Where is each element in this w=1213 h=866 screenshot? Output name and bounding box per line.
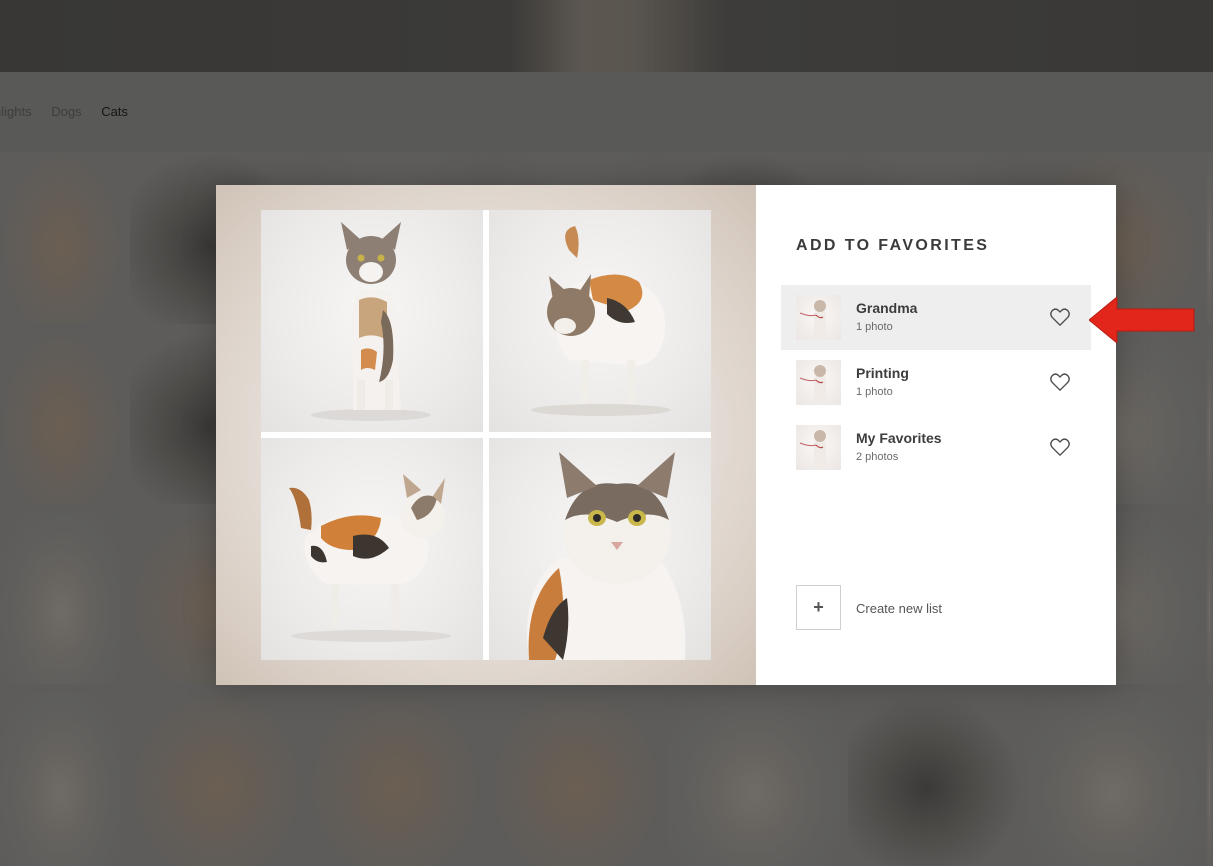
list-thumbnail xyxy=(796,295,841,340)
favorite-list-item-grandma[interactable]: Grandma 1 photo xyxy=(781,285,1091,350)
heart-outline-icon[interactable] xyxy=(1049,307,1071,327)
modal-title: ADD TO FAVORITES xyxy=(796,237,990,254)
add-to-favorites-modal: ADD TO FAVORITES Grandma 1 photo Printin… xyxy=(216,185,1116,685)
gallery-photo[interactable] xyxy=(667,692,841,866)
collage-photo-standing-cat xyxy=(489,210,711,432)
photo-preview xyxy=(216,185,756,685)
list-photo-count: 1 photo xyxy=(856,321,893,333)
category-tabs: nlights Dogs Cats xyxy=(0,104,144,119)
category-nav xyxy=(0,72,1213,152)
list-name: Printing xyxy=(856,365,909,381)
heart-outline-icon[interactable] xyxy=(1049,437,1071,457)
list-thumbnail xyxy=(796,360,841,405)
favorites-panel: ADD TO FAVORITES Grandma 1 photo Printin… xyxy=(756,185,1116,685)
gallery-photo[interactable] xyxy=(308,692,482,866)
tab-highlights[interactable]: nlights xyxy=(0,104,32,119)
gallery-photo[interactable] xyxy=(489,692,663,866)
plus-icon[interactable]: + xyxy=(796,585,841,630)
create-new-list-label: Create new list xyxy=(856,601,942,616)
gallery-photo[interactable] xyxy=(0,512,122,684)
favorite-list-item-printing[interactable]: Printing 1 photo xyxy=(781,350,1091,415)
favorites-list: Grandma 1 photo Printing 1 photo My Favo… xyxy=(781,285,1091,480)
gallery-photo[interactable] xyxy=(848,692,1022,866)
gallery-photo[interactable] xyxy=(0,152,122,324)
list-name: Grandma xyxy=(856,300,918,316)
collage-photo-sitting-cat xyxy=(261,210,483,432)
favorite-list-item-my-favorites[interactable]: My Favorites 2 photos xyxy=(781,415,1091,480)
list-name: My Favorites xyxy=(856,430,942,446)
gallery-photo[interactable] xyxy=(0,692,122,866)
create-new-list-button[interactable]: + Create new list xyxy=(796,585,1076,631)
gallery-photo[interactable] xyxy=(1206,332,1213,504)
gallery-photo[interactable] xyxy=(1026,692,1200,866)
heart-outline-icon[interactable] xyxy=(1049,372,1071,392)
gallery-photo[interactable] xyxy=(1206,512,1213,684)
collage-photo-closeup-cat xyxy=(489,438,711,660)
list-photo-count: 2 photos xyxy=(856,451,899,463)
list-thumbnail xyxy=(796,425,841,470)
annotation-arrow-icon xyxy=(1089,297,1195,343)
collage-photo-walking-cat xyxy=(261,438,483,660)
list-photo-count: 1 photo xyxy=(856,386,893,398)
tab-cats[interactable]: Cats xyxy=(101,104,128,119)
gallery-photo[interactable] xyxy=(1206,152,1213,324)
photo-collage xyxy=(261,210,711,660)
top-banner-image xyxy=(0,0,1213,72)
gallery-photo[interactable] xyxy=(130,692,304,866)
gallery-photo[interactable] xyxy=(0,332,122,504)
gallery-photo[interactable] xyxy=(1206,692,1213,866)
tab-dogs[interactable]: Dogs xyxy=(51,104,81,119)
